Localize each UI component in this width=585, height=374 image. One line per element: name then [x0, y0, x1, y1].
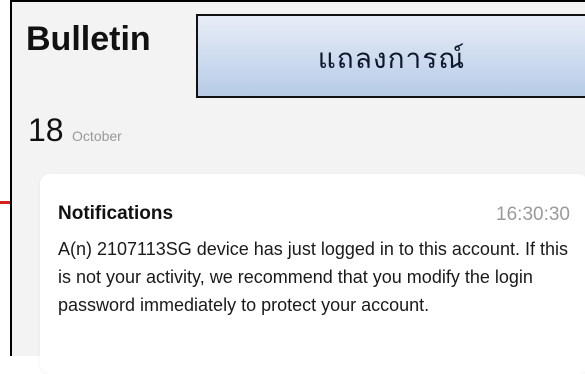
notification-time: 16:30:30 [496, 204, 570, 225]
date-day: 18 [28, 112, 64, 148]
notification-title: Notifications [58, 203, 174, 224]
notification-card[interactable]: Notifications 16:30:30 A(n) 2107113SG de… [40, 174, 585, 374]
page-title: Bulletin [26, 20, 151, 58]
notification-body: A(n) 2107113SG device has just logged in… [58, 239, 568, 315]
translation-caption-box: แถลงการณ์ [196, 14, 585, 98]
date-heading: 18 October [28, 112, 122, 149]
date-month: October [72, 128, 122, 144]
translation-caption-text: แถลงการณ์ [317, 42, 466, 75]
